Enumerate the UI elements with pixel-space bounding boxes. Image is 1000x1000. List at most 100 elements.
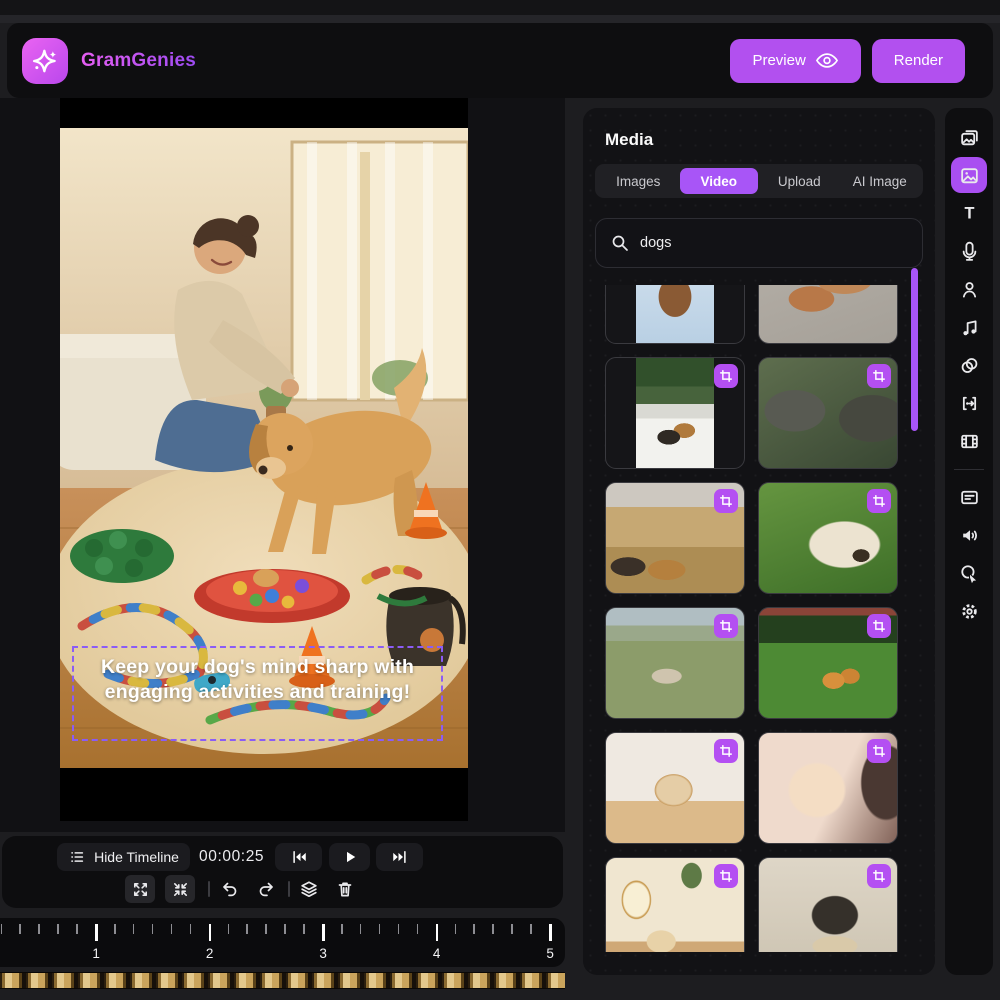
media-thumbnail-dog-on-blue-backdrop[interactable] (605, 285, 745, 344)
media-grid (605, 285, 898, 952)
ruler-minor-tick (265, 924, 267, 934)
ruler-minor-tick (1, 924, 3, 934)
media-thumbnail-dogs-running-on-beach[interactable] (605, 482, 745, 594)
tool-music-button[interactable] (951, 309, 987, 345)
media-gallery-icon (959, 127, 980, 148)
crop-badge[interactable] (714, 739, 738, 763)
video-track-filmstrip[interactable] (0, 972, 565, 989)
caption-selection-box[interactable]: Keep your dog's mind sharp with engaging… (72, 646, 443, 741)
tab-upload[interactable]: Upload (760, 168, 839, 194)
ruler-minor-tick (114, 924, 116, 934)
brand-logo[interactable] (22, 38, 68, 84)
media-panel-title: Media (605, 130, 653, 150)
tool-cursor-click-button[interactable] (951, 555, 987, 591)
stickers-icon (959, 355, 980, 376)
music-icon (959, 317, 980, 338)
undo-button[interactable] (215, 875, 245, 903)
ruler-major-tick (322, 924, 325, 941)
tool-captions-button[interactable] (951, 479, 987, 515)
tool-stickers-button[interactable] (951, 347, 987, 383)
media-scrollbar-thumb[interactable] (911, 268, 918, 431)
zoom-collapse-button[interactable] (165, 875, 195, 903)
render-button[interactable]: Render (872, 39, 965, 83)
tool-audio-button[interactable] (951, 517, 987, 553)
text-icon: T (959, 203, 980, 224)
thumbnail-photo (636, 358, 714, 468)
crop-badge[interactable] (867, 614, 891, 638)
crop-badge[interactable] (867, 864, 891, 888)
audio-icon (959, 525, 980, 546)
crop-badge[interactable] (867, 489, 891, 513)
media-grid-viewport (583, 285, 935, 952)
ruler-major-tick (95, 924, 98, 941)
tool-rail: T (945, 108, 993, 975)
caption-text: Keep your dog's mind sharp with engaging… (82, 655, 434, 705)
media-thumbnail-labrador-by-mirror[interactable] (605, 857, 745, 952)
search-input[interactable] (640, 235, 890, 251)
crop-badge[interactable] (714, 864, 738, 888)
ruler-major-tick (549, 924, 552, 941)
tool-transitions-button[interactable] (951, 385, 987, 421)
tool-filmstrip-button[interactable] (951, 423, 987, 459)
preview-button-label: Preview (752, 52, 805, 69)
layers-button[interactable] (294, 875, 324, 903)
tab-video[interactable]: Video (680, 168, 759, 194)
tool-voiceover-mic-button[interactable] (951, 233, 987, 269)
media-thumbnail-pomeranian-on-floor[interactable] (605, 732, 745, 844)
cursor-click-icon (959, 563, 980, 584)
video-preview-frame[interactable]: Keep your dog's mind sharp with engaging… (60, 98, 468, 821)
ruler-major-tick (436, 924, 439, 941)
preview-button[interactable]: Preview (730, 39, 860, 83)
ruler-minor-tick (57, 924, 59, 934)
skip-forward-button[interactable] (376, 843, 423, 871)
crop-badge[interactable] (714, 614, 738, 638)
expand-icon (131, 880, 150, 899)
list-icon (68, 848, 86, 866)
ruler-minor-tick (171, 924, 173, 934)
zoom-expand-button[interactable] (125, 875, 155, 903)
skip-back-button[interactable] (275, 843, 322, 871)
crop-badge[interactable] (867, 364, 891, 388)
ruler-label: 4 (433, 946, 441, 961)
media-thumbnail-puppies-by-hedges[interactable] (758, 607, 898, 719)
crop-badge[interactable] (714, 489, 738, 513)
ruler-minor-tick (133, 924, 135, 934)
transitions-icon (959, 393, 980, 414)
tool-media-gallery-button[interactable] (951, 119, 987, 155)
play-button[interactable] (329, 843, 370, 871)
tool-text-button[interactable]: T (951, 195, 987, 231)
media-thumbnail-pomeranian-held[interactable] (758, 732, 898, 844)
settings-icon (959, 601, 980, 622)
media-thumbnail-dog-rolling-in-park[interactable] (605, 607, 745, 719)
delete-button[interactable] (330, 875, 360, 903)
crop-badge[interactable] (714, 364, 738, 388)
trash-icon (335, 879, 355, 899)
window-top-strip (0, 0, 1000, 15)
tab-ai-image[interactable]: AI Image (841, 168, 920, 194)
tool-avatar-button[interactable] (951, 271, 987, 307)
captions-icon (959, 487, 980, 508)
ruler-minor-tick (190, 924, 192, 934)
ruler-minor-tick (492, 924, 494, 934)
media-thumbnail-gray-dogs-in-grass[interactable] (758, 357, 898, 469)
media-thumbnail-terrier-on-beige[interactable] (758, 857, 898, 952)
media-search[interactable] (595, 218, 923, 268)
tool-image-button[interactable] (951, 157, 987, 193)
media-thumbnail-brown-dogs-on-gravel[interactable] (758, 285, 898, 344)
media-thumbnail-dogs-on-leash-walk[interactable] (605, 357, 745, 469)
ruler-label: 1 (92, 946, 100, 961)
media-thumbnail-golden-puppy-on-lawn[interactable] (758, 482, 898, 594)
tab-images[interactable]: Images (599, 168, 678, 194)
hide-timeline-button[interactable]: Hide Timeline (57, 843, 190, 871)
ruler-major-tick (209, 924, 212, 941)
skip-back-icon (288, 848, 310, 866)
timeline-ruler[interactable]: 12345 (0, 918, 565, 967)
ruler-minor-tick (284, 924, 286, 934)
media-tabs: ImagesVideoUploadAI Image (595, 164, 923, 198)
image-icon (959, 165, 980, 186)
divider (208, 881, 210, 897)
redo-button[interactable] (251, 875, 281, 903)
crop-badge[interactable] (867, 739, 891, 763)
ruler-minor-tick (511, 924, 513, 934)
tool-settings-button[interactable] (951, 593, 987, 629)
